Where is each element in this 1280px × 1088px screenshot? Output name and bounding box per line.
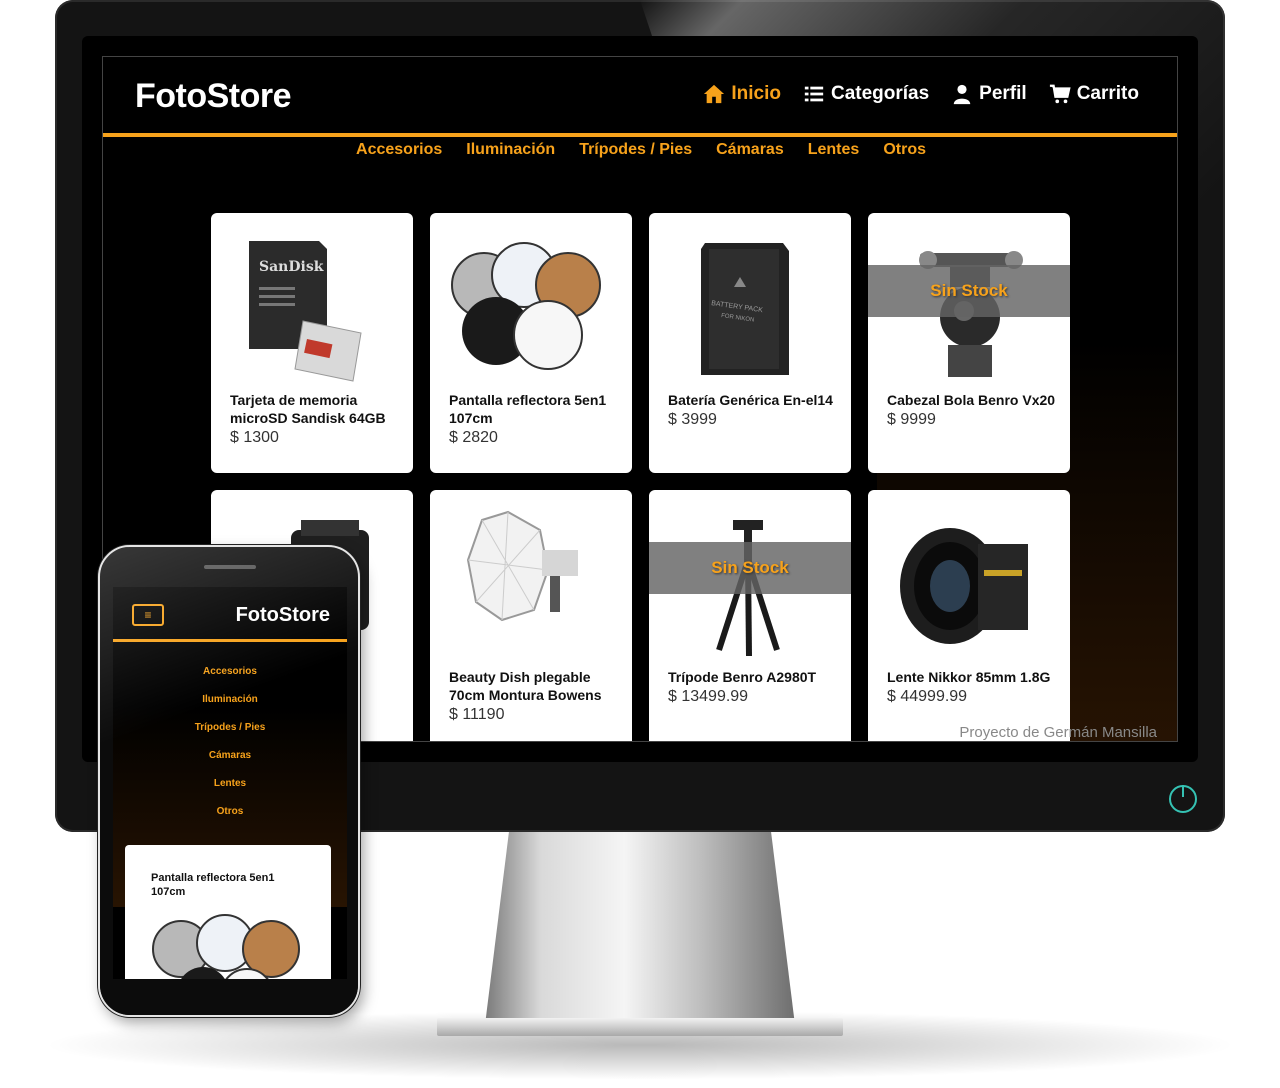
- product-price: $ 13499.99: [668, 688, 749, 705]
- product-image-lens: [900, 528, 1028, 644]
- category-nav: Accesorios Iluminación Trípodes / Pies C…: [103, 141, 1177, 167]
- product-card[interactable]: SanDisk Tarjeta de memoria microSD Sandi…: [211, 213, 413, 473]
- nav-item-carrito[interactable]: Carrito: [1049, 83, 1139, 105]
- mobile-menu-item-lentes[interactable]: Lentes: [214, 776, 246, 792]
- phone-chin: [100, 979, 358, 1015]
- product-name: Beauty Dish plegable 70cm Montura Bowens: [449, 669, 602, 703]
- category-link-otros[interactable]: Otros: [883, 141, 926, 167]
- product-name: Batería Genérica En-el14: [668, 392, 833, 408]
- product-name: Tarjeta de memoria microSD Sandisk 64GB: [230, 392, 386, 426]
- mobile-menu-item-otros[interactable]: Otros: [217, 804, 244, 820]
- product-image-sd-card: SanDisk: [249, 241, 362, 382]
- category-link-tripodes[interactable]: Trípodes / Pies: [579, 141, 692, 167]
- footer-credit: Proyecto de Germán Mansilla: [959, 724, 1157, 741]
- mobile-menu-item-camaras[interactable]: Cámaras: [209, 748, 251, 764]
- list-icon: [804, 86, 824, 102]
- mobile-menu-item-tripodes[interactable]: Trípodes / Pies: [195, 720, 266, 736]
- product-price: $ 9999: [887, 411, 936, 428]
- product-price: $ 1300: [230, 429, 279, 446]
- nav-item-categorias[interactable]: Categorías: [803, 83, 929, 105]
- category-link-iluminacion[interactable]: Iluminación: [466, 141, 555, 167]
- cart-icon: [1049, 84, 1071, 104]
- product-name: Cabezal Bola Benro Vx20: [887, 392, 1056, 408]
- product-card[interactable]: Lente Nikkor 85mm 1.8G $ 44999.99: [868, 490, 1070, 741]
- product-card[interactable]: Sin Stock Trípode Benro A2980T $ 13499.9…: [649, 490, 851, 741]
- hamburger-icon[interactable]: ≡: [132, 604, 164, 626]
- power-icon: [1169, 785, 1197, 813]
- out-of-stock-badge: Sin Stock: [649, 542, 851, 594]
- category-link-camaras[interactable]: Cámaras: [716, 141, 784, 167]
- mobile-product-card[interactable]: Pantalla reflectora 5en1 107cm: [125, 845, 331, 979]
- nav-item-label: Categorías: [830, 83, 930, 104]
- category-link-lentes[interactable]: Lentes: [808, 141, 860, 167]
- home-icon: [704, 84, 725, 104]
- monitor-stand: [485, 825, 795, 1025]
- main-nav: Inicio Categorías Perfil Carrito: [703, 83, 1139, 105]
- category-link-accesorios[interactable]: Accesorios: [356, 141, 442, 167]
- product-price: $ 44999.99: [887, 688, 968, 705]
- mobile-category-menu: Accesorios Iluminación Trípodes / Pies C…: [113, 664, 347, 820]
- product-name: Lente Nikkor 85mm 1.8G: [887, 669, 1051, 685]
- product-name: Trípode Benro A2980T: [668, 669, 817, 685]
- site-header: FotoStore Inicio Categorías Perfil Carri…: [103, 57, 1177, 137]
- mobile-logo[interactable]: FotoStore: [236, 604, 330, 627]
- product-image-beauty-dish: [466, 510, 578, 622]
- phone-device: ≡ FotoStore Accesorios Iluminación Trípo…: [98, 545, 360, 1017]
- monitor-stand-base: [437, 1018, 843, 1036]
- svg-text:SanDisk: SanDisk: [259, 259, 324, 275]
- product-price: $ 2820: [449, 429, 498, 446]
- mobile-screen: ≡ FotoStore Accesorios Iluminación Trípo…: [113, 587, 347, 979]
- site-logo[interactable]: FotoStore: [135, 77, 292, 116]
- product-price: $ 11190: [449, 706, 505, 723]
- nav-item-label: Inicio: [731, 83, 781, 104]
- phone-speaker: [204, 565, 256, 569]
- mobile-menu-item-iluminacion[interactable]: Iluminación: [202, 692, 258, 708]
- nav-item-label: Perfil: [979, 83, 1027, 104]
- product-card[interactable]: Beauty Dish plegable 70cm Montura Bowens…: [430, 490, 632, 741]
- product-image-battery: BATTERY PACK FOR NIKON: [701, 243, 789, 375]
- product-image-reflector: [152, 914, 300, 979]
- product-name: Pantalla reflectora 5en1 107cm: [449, 392, 607, 426]
- product-card[interactable]: BATTERY PACK FOR NIKON Batería Genérica …: [649, 213, 851, 473]
- nav-item-label: Carrito: [1076, 83, 1139, 104]
- product-price: $ 3999: [668, 411, 717, 428]
- nav-item-perfil[interactable]: Perfil: [951, 83, 1027, 105]
- mobile-header: ≡ FotoStore: [113, 587, 347, 642]
- user-icon: [953, 84, 971, 105]
- product-name: Pantalla reflectora 5en1 107cm: [151, 872, 275, 898]
- product-card[interactable]: Pantalla reflectora 5en1 107cm $ 2820: [430, 213, 632, 473]
- nav-item-inicio[interactable]: Inicio: [703, 83, 781, 105]
- out-of-stock-badge: Sin Stock: [868, 265, 1070, 317]
- product-image-reflector: [451, 242, 601, 370]
- product-card[interactable]: Sin Stock Cabezal Bola Benro Vx20 $ 9999: [868, 213, 1070, 473]
- mobile-menu-item-accesorios[interactable]: Accesorios: [203, 664, 257, 680]
